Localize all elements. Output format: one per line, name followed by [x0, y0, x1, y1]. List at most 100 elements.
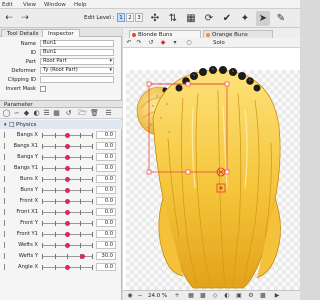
- menu-view[interactable]: View: [23, 2, 36, 8]
- edit-level-1[interactable]: 1: [117, 13, 125, 22]
- parameter-slider[interactable]: [42, 155, 93, 160]
- camera-icon[interactable]: ◉: [126, 292, 134, 300]
- arrow-left-icon[interactable]: ⇠: [2, 11, 16, 26]
- image-icon[interactable]: ▣: [235, 292, 243, 300]
- slider-knob[interactable]: [64, 177, 70, 182]
- parameter-row[interactable]: Bangs Y1 0.0: [0, 163, 122, 173]
- parameter-slider[interactable]: [42, 166, 93, 171]
- slider-knob[interactable]: [64, 188, 70, 193]
- parameter-slider[interactable]: [42, 188, 93, 193]
- menu-edit[interactable]: Edit: [2, 2, 13, 8]
- parameter-slider[interactable]: [42, 177, 93, 182]
- parameter-value[interactable]: 0.0: [96, 219, 116, 227]
- pin-icon[interactable]: ○: [185, 39, 193, 47]
- invert-mask-checkbox[interactable]: [40, 86, 46, 92]
- parameter-slider[interactable]: [42, 243, 93, 248]
- tab-tool-details[interactable]: Tool Details: [1, 29, 45, 37]
- vertex-icon[interactable]: ◇: [211, 292, 219, 300]
- parameter-value[interactable]: 0.0: [96, 263, 116, 271]
- slider-knob[interactable]: [64, 144, 70, 149]
- parameter-value[interactable]: 0.0: [96, 164, 116, 172]
- parameter-slider[interactable]: [42, 265, 93, 270]
- slider-knob[interactable]: [64, 265, 70, 270]
- parameter-group[interactable]: ▾ □ Physics: [0, 120, 122, 129]
- add-key-icon[interactable]: ◯: [2, 109, 11, 118]
- parameter-value[interactable]: 0.0: [96, 197, 116, 205]
- delete-icon[interactable]: 🗑: [90, 109, 99, 118]
- menu-window[interactable]: Window: [44, 2, 66, 8]
- link-icon[interactable]: ∽: [12, 109, 21, 118]
- parameter-row[interactable]: Angle X 0.0: [0, 262, 122, 272]
- parameter-row[interactable]: Bangs X1 0.0: [0, 141, 122, 151]
- parameter-value[interactable]: 0.0: [96, 175, 116, 183]
- parameter-row[interactable]: Bangs X 0.0: [0, 130, 122, 140]
- parameter-row[interactable]: Front X 0.0: [0, 196, 122, 206]
- menu-help[interactable]: Help: [74, 2, 87, 8]
- parameter-value[interactable]: 0.0: [96, 208, 116, 216]
- folder-icon[interactable]: 🗁: [78, 109, 87, 118]
- parameter-value[interactable]: 0.0: [96, 186, 116, 194]
- preview-icon[interactable]: ▶: [273, 292, 281, 300]
- slider-knob[interactable]: [64, 199, 70, 204]
- deformer-select[interactable]: Ty (Root Part): [40, 67, 114, 74]
- parameter-slider[interactable]: [42, 210, 93, 215]
- brush-icon[interactable]: ✎: [274, 11, 288, 26]
- key-icon[interactable]: ◆: [22, 109, 31, 118]
- tab-orange-buns[interactable]: Orange Buns: [203, 30, 273, 38]
- arrow-right-icon[interactable]: ⇢: [18, 11, 32, 26]
- parameter-slider[interactable]: [42, 133, 93, 138]
- slider-knob[interactable]: [64, 243, 70, 248]
- overlay-icon[interactable]: ◐: [223, 292, 231, 300]
- mesh-view-icon[interactable]: ▦: [187, 292, 195, 300]
- parameter-value[interactable]: 0.0: [96, 241, 116, 249]
- slider-knob[interactable]: [64, 166, 70, 171]
- edit-level-3[interactable]: 3: [135, 13, 143, 22]
- slider-knob[interactable]: [64, 210, 70, 215]
- zoom-in-icon[interactable]: +: [173, 292, 181, 300]
- deformer-mesh-icon[interactable]: ✣: [148, 11, 162, 26]
- part-select[interactable]: Root Part: [40, 58, 114, 65]
- warp-grid-icon[interactable]: ▦: [184, 11, 198, 26]
- name-field[interactable]: Bun1: [40, 40, 114, 47]
- tab-inspector[interactable]: Inspector: [42, 29, 80, 37]
- parameter-value[interactable]: 0.0: [96, 153, 116, 161]
- slider-knob[interactable]: [64, 133, 70, 138]
- parameter-row[interactable]: Buns Y 0.0: [0, 185, 122, 195]
- redo-icon[interactable]: ↷: [135, 39, 143, 47]
- parameter-row[interactable]: Buns X 0.0: [0, 174, 122, 184]
- settings-icon[interactable]: ⚙: [247, 292, 255, 300]
- parameter-slider[interactable]: [42, 199, 93, 204]
- tab-blonde-buns[interactable]: Blonde Buns: [129, 30, 201, 38]
- reset-icon[interactable]: ↺: [64, 109, 73, 118]
- dropdown-icon[interactable]: ▾: [171, 39, 179, 47]
- rotation-icon[interactable]: ⟳: [202, 11, 216, 26]
- slider-knob[interactable]: [64, 232, 70, 237]
- parameter-row[interactable]: Bangs Y 0.0: [0, 152, 122, 162]
- menu-icon[interactable]: ☰: [104, 109, 113, 118]
- list-icon[interactable]: ☰: [42, 109, 51, 118]
- parameter-row[interactable]: Front Y 0.0: [0, 218, 122, 228]
- select-arrow-icon[interactable]: ➤: [256, 11, 270, 26]
- parameter-row[interactable]: Wefts Y 30.0: [0, 251, 122, 261]
- solo-label[interactable]: Solo: [213, 40, 225, 46]
- refresh-icon[interactable]: ↺: [147, 39, 155, 47]
- zoom-level[interactable]: 24.0 %: [148, 293, 167, 299]
- arrange-icon[interactable]: ⇅: [166, 11, 180, 26]
- slider-knob[interactable]: [64, 221, 70, 226]
- grid-icon[interactable]: ▦: [52, 109, 61, 118]
- clipping-id-field[interactable]: [40, 76, 114, 83]
- parameter-slider[interactable]: [42, 254, 93, 259]
- key-red-icon[interactable]: ◆: [159, 39, 167, 47]
- parameter-value[interactable]: 0.0: [96, 131, 116, 139]
- blend-icon[interactable]: ◐: [32, 109, 41, 118]
- zoom-out-icon[interactable]: −: [136, 292, 144, 300]
- slider-knob[interactable]: [64, 155, 70, 160]
- chevron-down-icon[interactable]: ▾: [4, 122, 7, 128]
- parameter-value[interactable]: 30.0: [96, 252, 116, 260]
- parameter-row[interactable]: Front Y1 0.0: [0, 229, 122, 239]
- parameter-value[interactable]: 0.0: [96, 142, 116, 150]
- edit-level-2[interactable]: 2: [126, 13, 134, 22]
- parameter-row[interactable]: Wefts X 0.0: [0, 240, 122, 250]
- parameter-slider[interactable]: [42, 144, 93, 149]
- glue-icon[interactable]: ✔: [220, 11, 234, 26]
